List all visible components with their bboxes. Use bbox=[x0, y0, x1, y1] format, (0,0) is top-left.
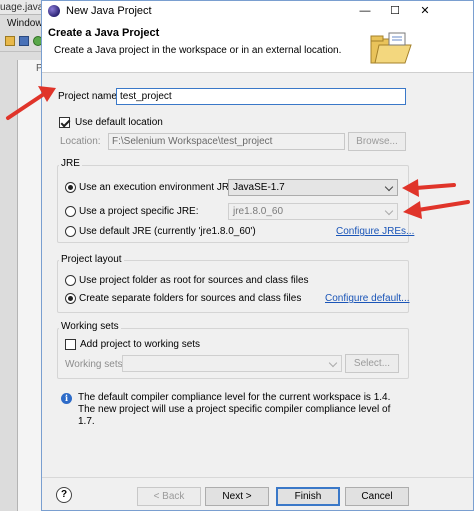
open-folder-icon[interactable] bbox=[5, 36, 15, 46]
location-input[interactable]: F:\Selenium Workspace\test_project bbox=[108, 133, 345, 150]
location-label: Location: bbox=[60, 136, 101, 147]
working-sets-group-title: Working sets bbox=[59, 321, 121, 332]
minimize-button[interactable]: — bbox=[351, 2, 379, 20]
jre-group-title: JRE bbox=[59, 158, 82, 169]
layout-project-root-label: Use project folder as root for sources a… bbox=[79, 275, 309, 286]
jre-execution-env-label: Use an execution environment JRE: bbox=[79, 182, 239, 193]
annotation-arrow-project-specific-jre bbox=[403, 200, 470, 219]
layout-project-root-radio[interactable] bbox=[65, 275, 76, 286]
dialog-titlebar[interactable]: New Java Project — ☐ ✕ bbox=[42, 1, 473, 21]
cancel-button[interactable]: Cancel bbox=[345, 487, 409, 506]
jre-execution-env-radio[interactable] bbox=[65, 182, 76, 193]
project-specific-jre-value: jre1.8.0_60 bbox=[233, 206, 284, 217]
chevron-down-icon bbox=[328, 358, 338, 368]
browse-button[interactable]: Browse... bbox=[348, 132, 406, 151]
wizard-header: Create a Java Project Create a Java proj… bbox=[42, 21, 473, 73]
help-icon[interactable]: ? bbox=[56, 487, 72, 503]
wizard-description: Create a Java project in the workspace o… bbox=[54, 45, 342, 56]
select-working-sets-button[interactable]: Select... bbox=[345, 354, 399, 373]
project-name-input[interactable]: test_project bbox=[116, 88, 406, 105]
finish-button[interactable]: Finish bbox=[276, 487, 340, 506]
info-icon: i bbox=[61, 393, 72, 404]
configure-jres-link[interactable]: Configure JREs... bbox=[336, 226, 414, 237]
working-sets-select[interactable] bbox=[122, 355, 342, 372]
jre-project-specific-label: Use a project specific JRE: bbox=[79, 206, 199, 217]
add-to-working-sets-checkbox[interactable] bbox=[65, 339, 76, 350]
footer-separator bbox=[42, 477, 473, 478]
close-button[interactable]: ✕ bbox=[411, 2, 439, 20]
add-to-working-sets-label: Add project to working sets bbox=[80, 339, 201, 350]
next-button[interactable]: Next > bbox=[205, 487, 269, 506]
jre-project-specific-radio[interactable] bbox=[65, 206, 76, 217]
jre-default-radio[interactable] bbox=[65, 226, 76, 237]
annotation-arrow-project-name bbox=[6, 86, 56, 120]
execution-env-select[interactable]: JavaSE-1.7 bbox=[228, 179, 398, 196]
working-sets-label: Working sets: bbox=[65, 359, 126, 370]
configure-default-link[interactable]: Configure default... bbox=[325, 293, 410, 304]
jre-default-label: Use default JRE (currently 'jre1.8.0_60'… bbox=[79, 226, 256, 237]
execution-env-value: JavaSE-1.7 bbox=[233, 182, 285, 193]
compliance-info-message: The default compiler compliance level fo… bbox=[78, 392, 391, 427]
wizard-title: Create a Java Project bbox=[48, 27, 160, 39]
use-default-location-label: Use default location bbox=[75, 117, 163, 128]
project-name-label: Project name: bbox=[58, 91, 120, 102]
eclipse-icon bbox=[48, 5, 60, 17]
layout-separate-folders-radio[interactable] bbox=[65, 293, 76, 304]
chevron-down-icon bbox=[384, 182, 394, 192]
use-default-location-checkbox[interactable] bbox=[59, 117, 70, 128]
chevron-down-icon bbox=[384, 206, 394, 216]
save-icon[interactable] bbox=[19, 36, 29, 46]
project-layout-group bbox=[57, 260, 409, 313]
new-project-folder-icon bbox=[370, 32, 412, 64]
layout-separate-folders-label: Create separate folders for sources and … bbox=[79, 293, 302, 304]
project-layout-group-title: Project layout bbox=[59, 254, 124, 265]
dialog-title: New Java Project bbox=[66, 5, 152, 17]
maximize-button[interactable]: ☐ bbox=[381, 2, 409, 20]
back-button[interactable]: < Back bbox=[137, 487, 201, 506]
project-specific-jre-select[interactable]: jre1.8.0_60 bbox=[228, 203, 398, 220]
new-java-project-dialog: New Java Project — ☐ ✕ Create a Java Pro… bbox=[41, 0, 474, 511]
